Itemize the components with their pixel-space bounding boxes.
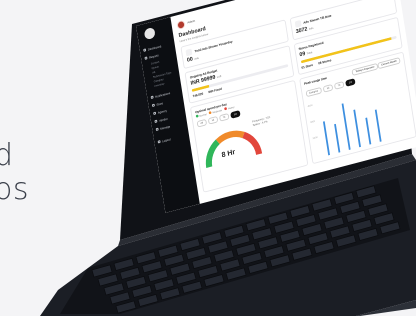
ads-yesterday-unit: Ads (194, 55, 200, 61)
ad-budget-unit: Left (216, 74, 222, 79)
stores-left: 01 Store (301, 63, 314, 70)
sidebar-item-label: Inventory (154, 81, 165, 88)
peak-bar (352, 109, 361, 148)
ads-icon (185, 48, 193, 57)
nav-icon (151, 103, 155, 107)
range-1m-button[interactable]: 1m (229, 110, 241, 119)
peak-bar (374, 109, 382, 143)
peak-1d-button[interactable]: 1d (322, 84, 334, 93)
stores-value: 09 (299, 51, 306, 59)
sidebar-item-label: Store (156, 101, 164, 107)
stores-right: 08 Stores (317, 58, 332, 66)
ads-to-date-value: 3072 (295, 26, 308, 36)
stores-unit: Total (306, 50, 313, 56)
nav-icon (144, 56, 148, 60)
ads-to-date-unit: Ads (308, 25, 314, 31)
nav-icon (153, 111, 157, 115)
range-all-button[interactable]: All (196, 118, 208, 128)
peak-7d-button[interactable]: 7d (333, 81, 345, 90)
peak-bar (322, 121, 330, 156)
ad-budget-left: 746.020 (192, 91, 204, 99)
peak-usage-bars (322, 103, 382, 156)
range-7d-button[interactable]: 7d (218, 113, 230, 122)
sidebar-item-label: Vendor (158, 116, 168, 123)
avatar[interactable] (176, 19, 186, 30)
ads-yesterday-value: 00 (186, 56, 194, 64)
nav-icon (150, 95, 154, 99)
admin-label[interactable]: Admin (187, 19, 195, 25)
peak-bar (333, 123, 340, 153)
peak-bar (341, 103, 351, 151)
peak-bar (364, 117, 371, 145)
legend-heavy: Heavy (224, 105, 235, 111)
nav-icon (154, 119, 158, 123)
ads-icon (294, 20, 302, 28)
nav-icon (157, 140, 161, 144)
app-logo (143, 26, 156, 41)
peak-category-button[interactable]: Category (305, 86, 323, 98)
sidebar-item-label: Logout (161, 137, 171, 143)
range-1d-button[interactable]: 1d (207, 115, 219, 125)
nav-icon (143, 48, 147, 52)
ad-budget-right: INR Fixed (208, 86, 223, 95)
nav-icon (155, 127, 159, 132)
peak-1m-button[interactable]: 1m (344, 78, 356, 87)
sidebar-item-label: Manage (159, 124, 171, 131)
laptop-scene: Dashboard Reports Content Queue Ad Submission… (0, 0, 416, 316)
